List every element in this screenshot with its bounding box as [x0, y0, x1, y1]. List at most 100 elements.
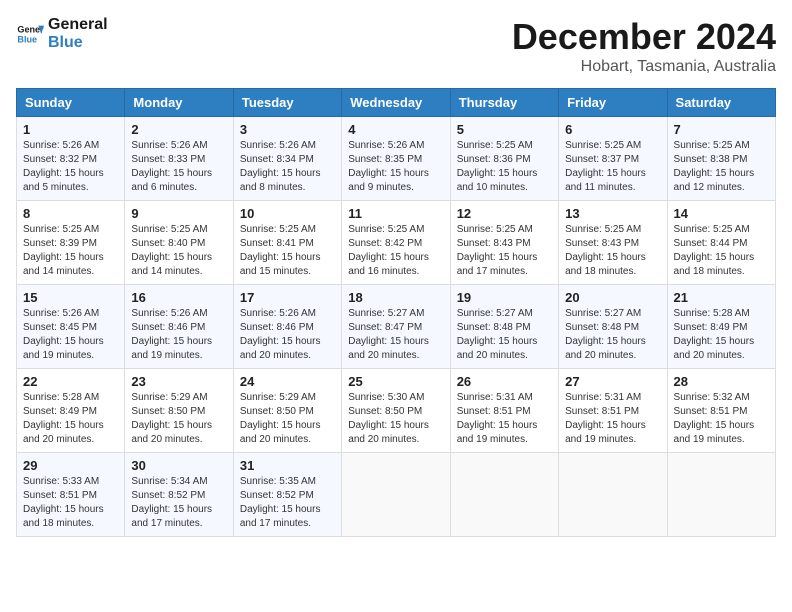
day-detail: Sunrise: 5:27 AM Sunset: 8:48 PM Dayligh… — [457, 307, 552, 363]
calendar-cell: 28 Sunrise: 5:32 AM Sunset: 8:51 PM Dayl… — [667, 369, 775, 453]
day-detail: Sunrise: 5:31 AM Sunset: 8:51 PM Dayligh… — [457, 391, 552, 447]
day-detail: Sunrise: 5:25 AM Sunset: 8:43 PM Dayligh… — [565, 223, 660, 279]
day-detail: Sunrise: 5:28 AM Sunset: 8:49 PM Dayligh… — [674, 307, 769, 363]
day-number: 11 — [348, 206, 443, 221]
calendar-cell: 17 Sunrise: 5:26 AM Sunset: 8:46 PM Dayl… — [233, 285, 341, 369]
header-day-monday: Monday — [125, 89, 233, 117]
day-detail: Sunrise: 5:29 AM Sunset: 8:50 PM Dayligh… — [240, 391, 335, 447]
calendar-subtitle: Hobart, Tasmania, Australia — [512, 58, 776, 76]
day-number: 26 — [457, 374, 552, 389]
calendar-week-3: 15 Sunrise: 5:26 AM Sunset: 8:45 PM Dayl… — [17, 285, 776, 369]
header-day-wednesday: Wednesday — [342, 89, 450, 117]
calendar-cell: 3 Sunrise: 5:26 AM Sunset: 8:34 PM Dayli… — [233, 117, 341, 201]
calendar-cell: 16 Sunrise: 5:26 AM Sunset: 8:46 PM Dayl… — [125, 285, 233, 369]
day-detail: Sunrise: 5:27 AM Sunset: 8:48 PM Dayligh… — [565, 307, 660, 363]
day-number: 5 — [457, 122, 552, 137]
header-day-tuesday: Tuesday — [233, 89, 341, 117]
calendar-cell: 19 Sunrise: 5:27 AM Sunset: 8:48 PM Dayl… — [450, 285, 558, 369]
day-number: 29 — [23, 458, 118, 473]
calendar-cell: 9 Sunrise: 5:25 AM Sunset: 8:40 PM Dayli… — [125, 201, 233, 285]
day-number: 20 — [565, 290, 660, 305]
day-detail: Sunrise: 5:30 AM Sunset: 8:50 PM Dayligh… — [348, 391, 443, 447]
calendar-cell: 7 Sunrise: 5:25 AM Sunset: 8:38 PM Dayli… — [667, 117, 775, 201]
svg-text:Blue: Blue — [17, 34, 37, 44]
day-detail: Sunrise: 5:26 AM Sunset: 8:35 PM Dayligh… — [348, 139, 443, 195]
day-number: 7 — [674, 122, 769, 137]
calendar-cell: 14 Sunrise: 5:25 AM Sunset: 8:44 PM Dayl… — [667, 201, 775, 285]
day-detail: Sunrise: 5:26 AM Sunset: 8:33 PM Dayligh… — [131, 139, 226, 195]
day-detail: Sunrise: 5:25 AM Sunset: 8:38 PM Dayligh… — [674, 139, 769, 195]
calendar-cell: 2 Sunrise: 5:26 AM Sunset: 8:33 PM Dayli… — [125, 117, 233, 201]
day-detail: Sunrise: 5:27 AM Sunset: 8:47 PM Dayligh… — [348, 307, 443, 363]
logo-icon: General Blue — [16, 20, 44, 48]
calendar-cell: 10 Sunrise: 5:25 AM Sunset: 8:41 PM Dayl… — [233, 201, 341, 285]
day-detail: Sunrise: 5:28 AM Sunset: 8:49 PM Dayligh… — [23, 391, 118, 447]
day-number: 13 — [565, 206, 660, 221]
calendar-week-4: 22 Sunrise: 5:28 AM Sunset: 8:49 PM Dayl… — [17, 369, 776, 453]
day-number: 4 — [348, 122, 443, 137]
calendar-cell: 6 Sunrise: 5:25 AM Sunset: 8:37 PM Dayli… — [559, 117, 667, 201]
header-day-sunday: Sunday — [17, 89, 125, 117]
day-number: 19 — [457, 290, 552, 305]
page-header: General Blue General Blue December 2024 … — [16, 16, 776, 76]
day-detail: Sunrise: 5:26 AM Sunset: 8:34 PM Dayligh… — [240, 139, 335, 195]
day-number: 3 — [240, 122, 335, 137]
day-detail: Sunrise: 5:26 AM Sunset: 8:46 PM Dayligh… — [131, 307, 226, 363]
day-number: 2 — [131, 122, 226, 137]
day-detail: Sunrise: 5:25 AM Sunset: 8:39 PM Dayligh… — [23, 223, 118, 279]
calendar-cell: 12 Sunrise: 5:25 AM Sunset: 8:43 PM Dayl… — [450, 201, 558, 285]
day-number: 12 — [457, 206, 552, 221]
calendar-week-1: 1 Sunrise: 5:26 AM Sunset: 8:32 PM Dayli… — [17, 117, 776, 201]
day-number: 16 — [131, 290, 226, 305]
day-number: 27 — [565, 374, 660, 389]
day-detail: Sunrise: 5:33 AM Sunset: 8:51 PM Dayligh… — [23, 475, 118, 531]
calendar-cell: 5 Sunrise: 5:25 AM Sunset: 8:36 PM Dayli… — [450, 117, 558, 201]
day-number: 17 — [240, 290, 335, 305]
calendar-cell: 27 Sunrise: 5:31 AM Sunset: 8:51 PM Dayl… — [559, 369, 667, 453]
calendar-cell: 31 Sunrise: 5:35 AM Sunset: 8:52 PM Dayl… — [233, 453, 341, 537]
calendar-cell: 1 Sunrise: 5:26 AM Sunset: 8:32 PM Dayli… — [17, 117, 125, 201]
day-number: 18 — [348, 290, 443, 305]
calendar-cell: 18 Sunrise: 5:27 AM Sunset: 8:47 PM Dayl… — [342, 285, 450, 369]
header-day-thursday: Thursday — [450, 89, 558, 117]
day-number: 21 — [674, 290, 769, 305]
calendar-cell: 23 Sunrise: 5:29 AM Sunset: 8:50 PM Dayl… — [125, 369, 233, 453]
calendar-title: December 2024 — [512, 16, 776, 58]
calendar-cell: 11 Sunrise: 5:25 AM Sunset: 8:42 PM Dayl… — [342, 201, 450, 285]
day-number: 14 — [674, 206, 769, 221]
day-detail: Sunrise: 5:25 AM Sunset: 8:42 PM Dayligh… — [348, 223, 443, 279]
day-detail: Sunrise: 5:25 AM Sunset: 8:40 PM Dayligh… — [131, 223, 226, 279]
calendar-cell: 21 Sunrise: 5:28 AM Sunset: 8:49 PM Dayl… — [667, 285, 775, 369]
day-number: 24 — [240, 374, 335, 389]
day-number: 23 — [131, 374, 226, 389]
day-number: 1 — [23, 122, 118, 137]
day-number: 22 — [23, 374, 118, 389]
day-number: 8 — [23, 206, 118, 221]
day-detail: Sunrise: 5:25 AM Sunset: 8:41 PM Dayligh… — [240, 223, 335, 279]
calendar-table: SundayMondayTuesdayWednesdayThursdayFrid… — [16, 88, 776, 537]
day-detail: Sunrise: 5:29 AM Sunset: 8:50 PM Dayligh… — [131, 391, 226, 447]
day-detail: Sunrise: 5:26 AM Sunset: 8:46 PM Dayligh… — [240, 307, 335, 363]
day-detail: Sunrise: 5:31 AM Sunset: 8:51 PM Dayligh… — [565, 391, 660, 447]
header-day-saturday: Saturday — [667, 89, 775, 117]
logo: General Blue General Blue — [16, 16, 108, 51]
day-detail: Sunrise: 5:26 AM Sunset: 8:32 PM Dayligh… — [23, 139, 118, 195]
day-detail: Sunrise: 5:35 AM Sunset: 8:52 PM Dayligh… — [240, 475, 335, 531]
calendar-header: SundayMondayTuesdayWednesdayThursdayFrid… — [17, 89, 776, 117]
calendar-cell: 30 Sunrise: 5:34 AM Sunset: 8:52 PM Dayl… — [125, 453, 233, 537]
calendar-cell — [667, 453, 775, 537]
day-number: 9 — [131, 206, 226, 221]
header-row: SundayMondayTuesdayWednesdayThursdayFrid… — [17, 89, 776, 117]
calendar-week-5: 29 Sunrise: 5:33 AM Sunset: 8:51 PM Dayl… — [17, 453, 776, 537]
calendar-week-2: 8 Sunrise: 5:25 AM Sunset: 8:39 PM Dayli… — [17, 201, 776, 285]
day-number: 31 — [240, 458, 335, 473]
day-number: 15 — [23, 290, 118, 305]
calendar-cell: 15 Sunrise: 5:26 AM Sunset: 8:45 PM Dayl… — [17, 285, 125, 369]
logo-blue-text: Blue — [48, 34, 108, 52]
day-detail: Sunrise: 5:26 AM Sunset: 8:45 PM Dayligh… — [23, 307, 118, 363]
calendar-cell: 24 Sunrise: 5:29 AM Sunset: 8:50 PM Dayl… — [233, 369, 341, 453]
day-number: 28 — [674, 374, 769, 389]
day-number: 10 — [240, 206, 335, 221]
day-number: 6 — [565, 122, 660, 137]
calendar-cell: 25 Sunrise: 5:30 AM Sunset: 8:50 PM Dayl… — [342, 369, 450, 453]
